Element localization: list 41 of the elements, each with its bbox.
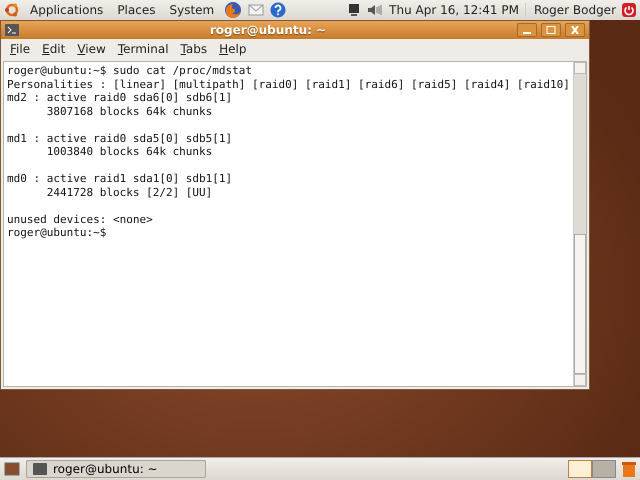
help-icon[interactable] xyxy=(270,2,286,18)
maximize-icon xyxy=(546,26,556,34)
clock[interactable]: Thu Apr 16, 12:41 PM xyxy=(389,3,519,17)
menu-item[interactable]: File xyxy=(5,42,36,56)
terminal-line: md2 : active raid0 sda6[0] sdb6[1] xyxy=(7,91,234,104)
terminal-line: 3807168 blocks 64k chunks xyxy=(46,104,214,118)
ubuntu-logo-icon[interactable] xyxy=(4,2,20,18)
close-icon xyxy=(570,26,580,34)
volume-icon[interactable] xyxy=(367,3,384,17)
panel-menu[interactable]: Places xyxy=(113,3,160,17)
menu-item[interactable]: Tabs xyxy=(176,42,212,56)
terminal-line: Personalities : [linear] [multipath] [raid0] [raid1] [raid6] [raid5] [raid4] [raid10] xyxy=(7,78,570,91)
scrollbar[interactable] xyxy=(573,62,586,386)
terminal-line: 2441728 blocks [2/2] [UU] xyxy=(46,186,214,199)
power-icon[interactable] xyxy=(622,3,636,17)
menu-item[interactable]: View xyxy=(72,42,111,56)
terminal-line: md0 : active raid1 sda1[0] sdb1[1] xyxy=(7,172,234,186)
workspace-switcher[interactable] xyxy=(592,460,616,478)
menu-item[interactable]: Edit xyxy=(37,42,70,56)
user-name[interactable]: Roger Bodger xyxy=(524,3,616,17)
terminal-line: unused devices: <none> xyxy=(7,212,154,226)
terminal-line: md1 : active raid0 sda5[0] sdb5[1] xyxy=(7,132,234,145)
workspace-switcher[interactable] xyxy=(568,460,592,478)
show-desktop-icon[interactable] xyxy=(4,461,20,477)
panel-menu[interactable]: System xyxy=(165,3,218,17)
terminal-line: roger@ubuntu:~$ xyxy=(7,226,108,240)
terminal-line: roger@ubuntu:~$ sudo cat /proc/mdstat xyxy=(7,64,254,78)
taskbar-button[interactable]: roger@ubuntu: ~ xyxy=(26,460,206,478)
close-button[interactable] xyxy=(565,23,585,37)
panel-menu[interactable]: Applications xyxy=(26,3,108,17)
trash-icon[interactable] xyxy=(622,461,636,477)
mail-icon[interactable] xyxy=(248,2,264,18)
menu-item[interactable]: Help xyxy=(214,42,252,56)
terminal-icon xyxy=(5,24,19,36)
terminal-line: 1003840 blocks 64k chunks xyxy=(46,145,214,158)
menu-item[interactable]: Terminal xyxy=(112,42,174,56)
maximize-button[interactable] xyxy=(541,23,561,37)
terminal-icon xyxy=(33,463,47,475)
browser-icon[interactable] xyxy=(224,1,242,19)
minimize-button[interactable] xyxy=(517,23,537,37)
window-title: roger@ubuntu: ~ xyxy=(208,23,328,37)
